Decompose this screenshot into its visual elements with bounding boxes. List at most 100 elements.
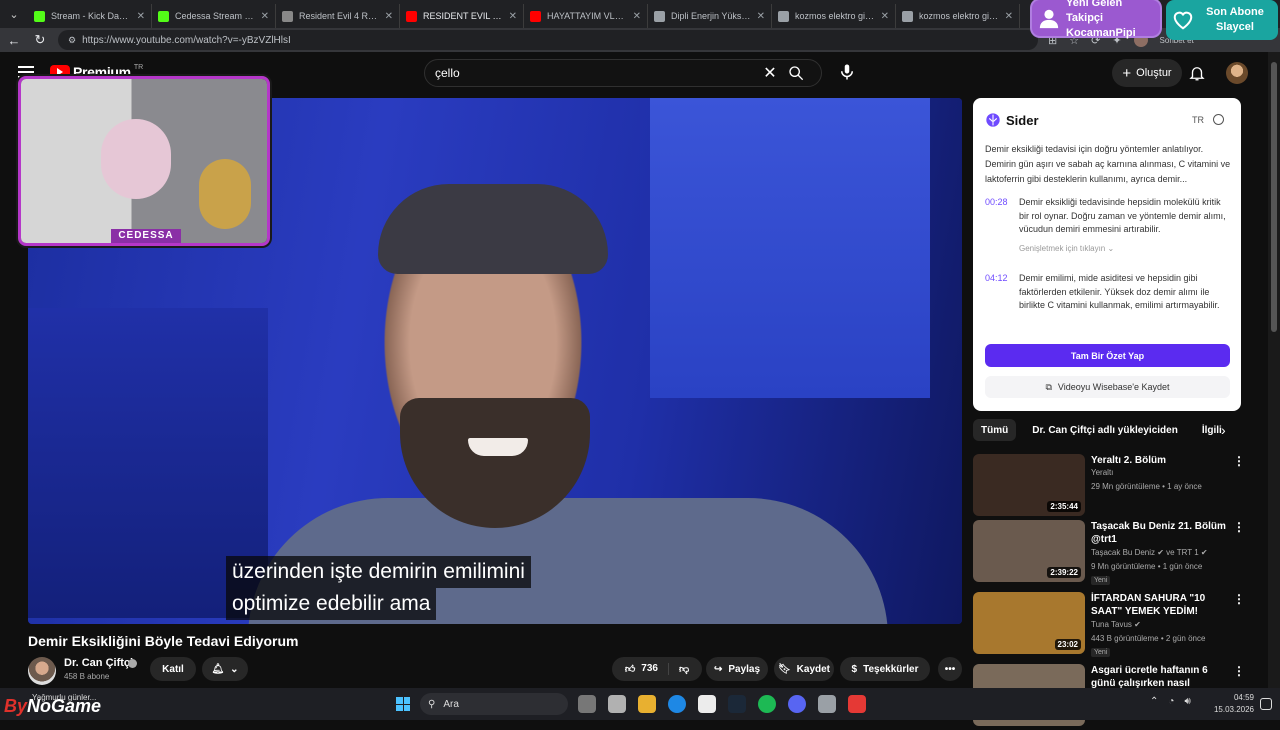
browser-tab[interactable]: Cedessa Stream - Watch ✕ xyxy=(152,4,276,28)
browser-tab[interactable]: RESIDENT EVIL 4 REMAKE ✕ xyxy=(400,4,524,28)
browser-tab[interactable]: Stream - Kick Dashboard ✕ xyxy=(28,4,152,28)
browser-tab[interactable]: Dipli Enerjin Yüksek m ✕ xyxy=(648,4,772,28)
share-button[interactable]: ↪ Paylaş xyxy=(706,657,768,681)
heart-icon xyxy=(1173,11,1193,30)
video-thumbnail[interactable]: 23:02 xyxy=(973,592,1085,654)
sider-timestamp[interactable]: 04:12 xyxy=(985,272,1009,313)
windows-start-icon[interactable] xyxy=(396,697,410,711)
chevron-right-icon[interactable]: › xyxy=(1221,422,1226,438)
search-input[interactable]: çello xyxy=(435,66,759,80)
webcam-pink-bear xyxy=(101,119,171,199)
recommended-video[interactable]: 2:35:44 Yeraltı 2. Bölüm Yeraltı 29 Mn görü… xyxy=(973,454,1263,520)
edge-icon[interactable] xyxy=(668,695,686,713)
scrollbar-thumb[interactable] xyxy=(1271,62,1277,332)
browser-tab[interactable]: kozmos elektro gitar ✕ xyxy=(772,4,896,28)
thanks-button[interactable]: $ Teşekkürler xyxy=(840,657,930,681)
wifi-icon[interactable]: ◔ xyxy=(1168,696,1174,707)
app-icon[interactable] xyxy=(818,695,836,713)
file-explorer-icon[interactable] xyxy=(638,695,656,713)
chip-from-uploader[interactable]: Dr. Can Çiftçi adlı yükleyiciden xyxy=(1024,419,1186,441)
sider-point-text: Demir eksikliği tedavisinde hepsidin mol… xyxy=(1019,197,1226,234)
store-icon[interactable] xyxy=(698,695,716,713)
close-tab-icon[interactable]: ✕ xyxy=(633,11,641,22)
windows-taskbar: ByNoGame Yağmurlu günler... ⚲ Ara ⌃ ◔ 🔊︎… xyxy=(0,688,1280,720)
more-options-icon[interactable]: ⋮ xyxy=(1233,520,1245,534)
channel-name[interactable]: Dr. Can Çiftçi xyxy=(64,657,133,669)
dislike-button[interactable]: 👎︎ xyxy=(669,663,689,675)
recording-app-icon[interactable] xyxy=(848,695,866,713)
sider-key-point[interactable]: 04:12 Demir emilimi, mide asiditesi ve h… xyxy=(985,272,1231,313)
full-summary-button[interactable]: Tam Bir Özet Yap xyxy=(985,344,1230,367)
widgets-icon[interactable] xyxy=(608,695,626,713)
discord-icon[interactable] xyxy=(788,695,806,713)
sider-language-button[interactable]: TR xyxy=(1192,115,1204,125)
recommended-channel[interactable]: Yeraltı xyxy=(1091,468,1113,477)
taskbar-search[interactable]: ⚲ Ara xyxy=(420,693,568,715)
recommended-video[interactable]: 23:02 İFTARDAN SAHURA "10 SAAT" YEMEK YED… xyxy=(973,592,1263,658)
notification-center-icon[interactable] xyxy=(1260,698,1272,710)
create-button[interactable]: + Oluştur xyxy=(1112,59,1182,87)
url-field[interactable]: ⚙ https://www.youtube.com/watch?v=-yBzVZ… xyxy=(58,30,1038,50)
person-icon xyxy=(1039,9,1059,29)
more-options-icon[interactable]: ⋮ xyxy=(1233,664,1245,678)
notification-settings-button[interactable]: 🔔︎ ⌄ xyxy=(202,657,248,681)
search-button[interactable] xyxy=(781,59,811,87)
spotify-icon[interactable] xyxy=(758,695,776,713)
video-duration: 2:39:22 xyxy=(1047,567,1081,578)
video-thumbnail[interactable]: 2:39:22 xyxy=(973,520,1085,582)
close-tab-icon[interactable]: ✕ xyxy=(881,11,889,22)
reload-button[interactable]: ↻ xyxy=(32,32,48,48)
account-avatar[interactable] xyxy=(1226,62,1248,84)
recommended-video-title[interactable]: Taşacak Bu Deniz 21. Bölüm @trt1 xyxy=(1091,520,1231,546)
browser-tab[interactable]: HAYATTAYIM VLOG - YouTube ✕ xyxy=(524,4,648,28)
back-button[interactable]: ← xyxy=(6,33,22,48)
sider-expand-link[interactable]: Genişletmek için tıklayın ⌄ xyxy=(1019,244,1114,253)
recommended-channel[interactable]: Taşacak Bu Deniz ✔ ve TRT 1 ✔ xyxy=(1091,548,1208,557)
page-scrollbar[interactable] xyxy=(1268,52,1280,688)
recommended-video-title[interactable]: Yeraltı 2. Bölüm xyxy=(1091,454,1231,467)
save-to-wisebase-button[interactable]: ⧉ Videoyu Wisebase'e Kaydet xyxy=(985,376,1230,398)
close-tab-icon[interactable]: ✕ xyxy=(261,11,269,22)
clear-search-icon[interactable]: ✕ xyxy=(759,63,781,83)
more-options-icon[interactable]: ⋮ xyxy=(1233,454,1245,468)
sider-key-point[interactable]: 00:28 Demir eksikliği tedavisinde hepsid… xyxy=(985,196,1231,237)
recommended-channel[interactable]: Tuna Tavus ✔ xyxy=(1091,620,1141,629)
search-box[interactable]: çello ✕ xyxy=(424,59,822,87)
close-tab-icon[interactable]: ✕ xyxy=(509,11,517,22)
recommended-video-title[interactable]: İFTARDAN SAHURA "10 SAAT" YEMEK YEDİM! xyxy=(1091,592,1231,618)
sider-settings-icon[interactable] xyxy=(1213,114,1224,125)
search-icon xyxy=(789,66,804,81)
steam-icon[interactable] xyxy=(728,695,746,713)
channel-avatar[interactable] xyxy=(28,657,56,685)
taskbar-clock[interactable]: 04:59 15.03.2026 xyxy=(1210,692,1254,716)
volume-icon[interactable]: 🔊︎ xyxy=(1184,696,1190,707)
sider-timestamp[interactable]: 00:28 xyxy=(985,196,1009,237)
tab-search-menu-button[interactable]: ⌄ xyxy=(0,0,28,28)
recommended-meta: 443 B görüntüleme • 2 gün önce xyxy=(1091,634,1206,643)
recommended-video[interactable]: 2:39:22 Taşacak Bu Deniz 21. Bölüm @trt1 T… xyxy=(973,520,1263,586)
site-info-icon[interactable]: ⚙ xyxy=(68,35,76,46)
join-button[interactable]: Katıl xyxy=(150,657,196,681)
tray-chevron-icon[interactable]: ⌃ xyxy=(1150,696,1158,707)
tab-favicon-icon xyxy=(34,10,45,22)
close-tab-icon[interactable]: ✕ xyxy=(1005,11,1013,22)
search-icon: ⚲ xyxy=(428,698,436,710)
more-options-icon[interactable]: ⋮ xyxy=(1233,592,1245,606)
microphone-icon[interactable] xyxy=(838,63,856,81)
clock-date: 15.03.2026 xyxy=(1213,705,1254,714)
more-actions-button[interactable]: ••• xyxy=(938,657,962,681)
like-button[interactable]: 👍︎ 736 xyxy=(625,663,669,675)
video-captions: üzerinden işte demirin emilimini optimiz… xyxy=(226,556,531,620)
close-tab-icon[interactable]: ✕ xyxy=(757,11,765,22)
video-thumbnail[interactable]: 2:35:44 xyxy=(973,454,1085,516)
close-tab-icon[interactable]: ✕ xyxy=(385,11,393,22)
chip-all[interactable]: Tümü xyxy=(973,419,1017,441)
weather-widget[interactable]: Yağmurlu günler... xyxy=(32,693,96,702)
browser-tab[interactable]: Resident Evil 4 Remake ✕ xyxy=(276,4,400,28)
video-title: Demir Eksikliğini Böyle Tedavi Ediyorum xyxy=(28,633,299,649)
close-tab-icon[interactable]: ✕ xyxy=(137,11,145,22)
taskview-icon[interactable] xyxy=(578,695,596,713)
notifications-bell-icon[interactable] xyxy=(1188,64,1206,82)
save-button[interactable]: 🔖︎ Kaydet xyxy=(774,657,834,681)
browser-tab[interactable]: kozmos elektro gitar - ✕ xyxy=(896,4,1020,28)
